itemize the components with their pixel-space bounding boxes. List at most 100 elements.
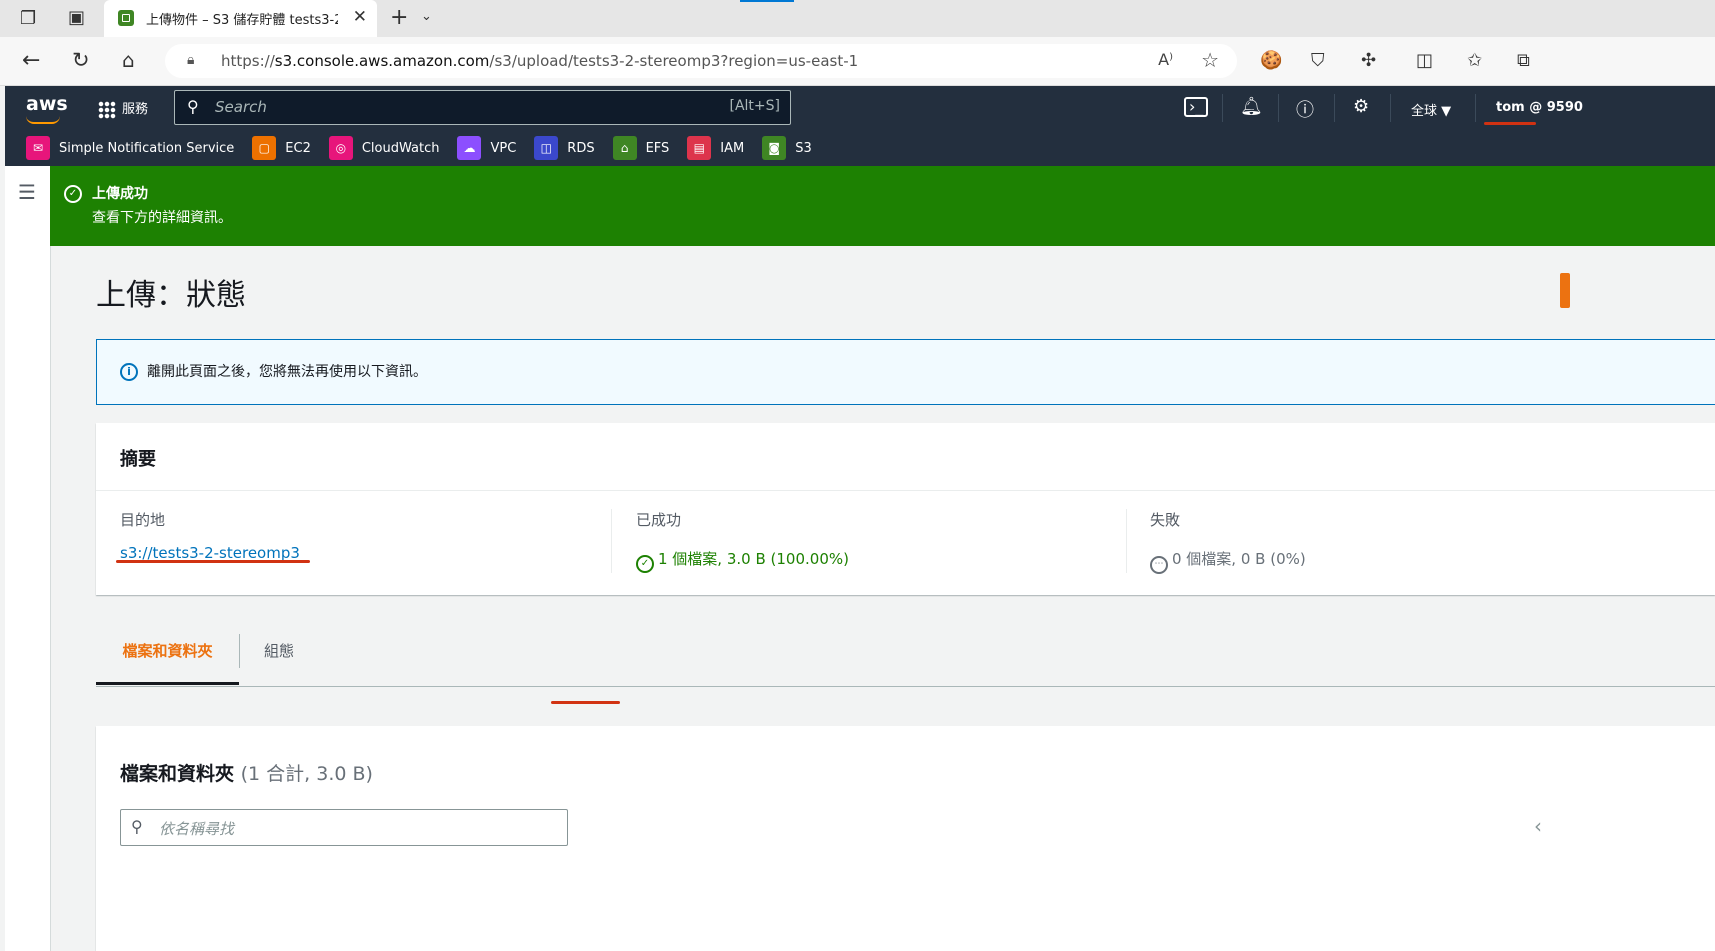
destination-label: 目的地 — [120, 511, 166, 529]
tab-indicator — [740, 0, 794, 2]
simple-notification-service-service-icon: ✉ — [26, 136, 50, 160]
page-title: 上傳：狀態 — [96, 278, 246, 313]
vpc-service-icon: ☁ — [457, 136, 482, 160]
search-icon: ⚲ — [187, 97, 199, 116]
search-input[interactable]: ⚲ Search [Alt+S] — [174, 90, 791, 125]
cloudwatch-service-icon: ◎ — [328, 136, 353, 160]
home-icon[interactable]: ⌂ — [122, 48, 135, 72]
favorite-efs[interactable]: ⌂ EFS — [612, 136, 669, 160]
failed-value: 0 個檔案, 0 B (0%) — [1172, 550, 1306, 568]
read-aloud-icon[interactable]: A⁾ — [1158, 50, 1173, 69]
s3-favicon-icon — [118, 10, 134, 26]
orange-action-button-edge[interactable] — [1560, 273, 1570, 308]
settings-gear-icon[interactable]: ⚙ — [1353, 96, 1369, 117]
lock-icon: 🔒︎ — [187, 52, 195, 68]
close-tab-icon[interactable]: ✕ — [353, 7, 367, 27]
files-panel-count: (1 合計, 3.0 B) — [240, 763, 373, 785]
tab-title: 上傳物件 – S3 儲存貯體 tests3-2-stereomp3 — [146, 13, 338, 28]
favorite-vpc[interactable]: ☁ VPC — [457, 136, 516, 160]
url-path: /s3/upload/tests3-2-stereomp3?region=us-… — [489, 52, 859, 70]
url-prefix: https:// — [221, 52, 275, 70]
shield-extension-icon[interactable]: ⛉ — [1311, 50, 1325, 71]
favorite-ec2[interactable]: ▢ EC2 — [252, 136, 311, 160]
failed-label: 失敗 — [1150, 511, 1181, 529]
account-menu[interactable]: tom @ 9590 — [1496, 100, 1583, 115]
info-icon: i — [120, 363, 138, 381]
favorite-label: S3 — [795, 140, 812, 156]
tab-list-chevron-down-icon[interactable]: ⌄ — [421, 9, 432, 24]
favorite-label: CloudWatch — [361, 140, 440, 156]
info-alert: i 離開此頁面之後，您將無法再使用以下資訊。 — [96, 339, 1715, 405]
success-status-icon: ✓ — [636, 555, 654, 573]
search-placeholder: Search — [215, 98, 267, 116]
favorite-s3[interactable]: ◙ S3 — [762, 136, 812, 160]
menu-hamburger-icon[interactable]: ☰ — [18, 180, 36, 204]
favorite-cloudwatch[interactable]: ◎ CloudWatch — [328, 136, 440, 160]
services-menu[interactable]: 服務 — [98, 98, 148, 119]
tab-files-and-folders[interactable]: 檔案和資料夾 — [96, 630, 239, 685]
success-check-icon: ✓ — [64, 185, 82, 203]
find-by-name-input[interactable]: ⚲ 依名稱尋找 — [120, 809, 568, 846]
search-icon: ⚲ — [131, 817, 143, 836]
succeeded-label: 已成功 — [636, 511, 682, 529]
s3-service-icon: ◙ — [762, 136, 787, 160]
failed-column: 失敗 ⋯ 0 個檔案, 0 B (0%) — [1150, 509, 1306, 574]
collections-icon[interactable]: ⧉ — [1517, 50, 1530, 71]
search-shortcut: [Alt+S] — [729, 98, 781, 114]
favorites-icon[interactable]: ✩ — [1467, 50, 1482, 71]
nav-separator — [1222, 94, 1223, 122]
extensions-puzzle-icon[interactable]: ✣ — [1361, 50, 1376, 71]
summary-header: 摘要 — [120, 449, 156, 470]
url-field[interactable]: 🔒︎ https://s3.console.aws.amazon.com/s3/… — [165, 44, 1237, 78]
aws-logo-smile — [26, 116, 60, 124]
favorite-label: EC2 — [285, 140, 311, 156]
aws-logo[interactable]: aws — [26, 93, 68, 115]
browser-tab[interactable]: 上傳物件 – S3 儲存貯體 tests3-2-stereomp3 ✕ — [104, 0, 377, 37]
favorite-star-icon[interactable]: ☆ — [1201, 48, 1219, 72]
files-and-folders-container: 檔案和資料夾 (1 合計, 3.0 B) ⚲ 依名稱尋找 ‹ — [96, 726, 1715, 951]
refresh-icon[interactable]: ↻ — [72, 48, 90, 72]
new-tab-icon[interactable]: + — [390, 5, 408, 30]
previous-page-chevron-left-icon[interactable]: ‹ — [1534, 814, 1542, 838]
favorite-simple-notification-service[interactable]: ✉ Simple Notification Service — [26, 136, 234, 160]
nav-separator — [1278, 94, 1279, 122]
summary-container: 摘要 目的地 s3://tests3-2-stereomp3 已成功 ✓ 1 個檔… — [96, 423, 1715, 595]
annotation-underline — [1484, 122, 1536, 125]
workspaces-icon[interactable]: ❐ — [20, 8, 36, 29]
rds-service-icon: ◫ — [534, 136, 559, 160]
help-icon[interactable]: ⓘ — [1296, 96, 1314, 122]
region-label: 全球 — [1411, 104, 1438, 119]
annotation-underline — [551, 701, 620, 704]
tab-actions-icon[interactable]: ▣ — [68, 7, 85, 28]
services-grid-icon — [98, 100, 116, 119]
split-screen-icon[interactable]: ◫ — [1416, 50, 1433, 71]
iam-service-icon: ▤ — [687, 136, 712, 160]
column-separator — [1126, 509, 1127, 573]
ec2-service-icon: ▢ — [252, 136, 277, 160]
destination-column: 目的地 s3://tests3-2-stereomp3 — [120, 509, 300, 562]
cookie-extension-icon[interactable]: 🍪 — [1260, 50, 1282, 71]
nav-separator — [1475, 94, 1476, 122]
favorite-label: RDS — [567, 140, 595, 156]
pending-status-icon: ⋯ — [1150, 556, 1168, 574]
favorite-label: VPC — [490, 140, 517, 156]
favorite-iam[interactable]: ▤ IAM — [687, 136, 744, 160]
files-panel-title: 檔案和資料夾 — [120, 763, 235, 785]
side-navigation-rail — [5, 166, 51, 951]
info-text: 離開此頁面之後，您將無法再使用以下資訊。 — [147, 364, 427, 380]
tabs: 檔案和資料夾 組態 — [96, 630, 1715, 687]
favorite-label: IAM — [720, 140, 745, 156]
region-selector[interactable]: 全球 ▼ — [1411, 100, 1451, 119]
find-placeholder: 依名稱尋找 — [159, 820, 235, 838]
nav-separator — [1334, 94, 1335, 122]
tab-configuration[interactable]: 組態 — [264, 630, 294, 685]
favorite-rds[interactable]: ◫ RDS — [534, 136, 595, 160]
cloudshell-icon[interactable]: ›_ — [1184, 97, 1209, 117]
notifications-bell-icon[interactable]: 🔔︎ — [1240, 96, 1263, 117]
annotation-underline — [116, 560, 310, 563]
column-separator — [611, 509, 612, 573]
back-icon[interactable]: ← — [22, 48, 40, 73]
flash-header: 上傳成功 — [92, 186, 148, 202]
nav-separator — [1390, 94, 1391, 122]
favorites-bar: ✉ Simple Notification Service ▢ EC2 ◎ CloudWa… — [26, 133, 830, 163]
